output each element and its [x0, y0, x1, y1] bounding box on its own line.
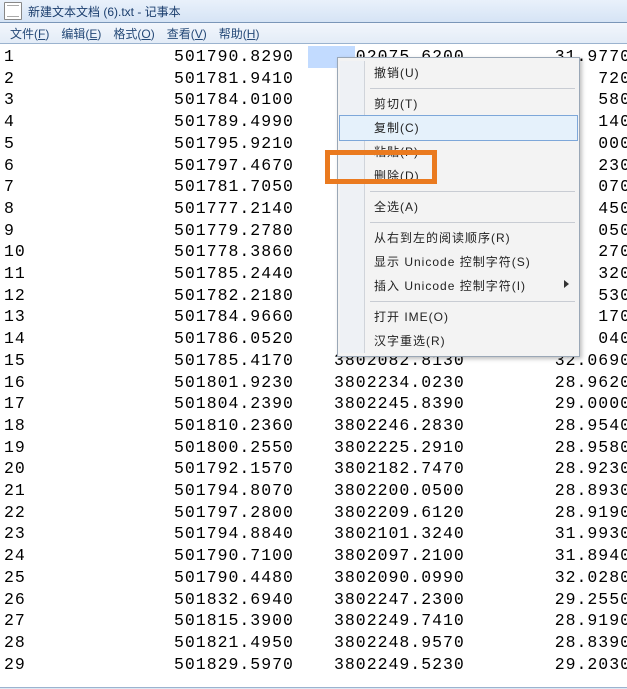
context-menu-item[interactable]: 打开 IME(O) [340, 305, 577, 329]
context-menu-item-label: 删除(D) [374, 169, 420, 183]
menu-help[interactable]: 帮助(H) [213, 23, 266, 44]
context-menu-item[interactable]: 从右到左的阅读顺序(R) [340, 226, 577, 250]
context-menu-item[interactable]: 删除(D) [340, 164, 577, 188]
text-line: 27501815.39003802249.741028.9190 [4, 610, 627, 632]
context-menu-item[interactable]: 汉字重选(R) [340, 329, 577, 353]
context-menu-item-label: 汉字重选(R) [374, 334, 446, 348]
context-menu-item[interactable]: 插入 Unicode 控制字符(I) [340, 274, 577, 298]
text-line: 22501797.28003802209.612028.9190 [4, 502, 627, 524]
context-menu-item[interactable]: 撤销(U) [340, 61, 577, 85]
menu-format[interactable]: 格式(O) [107, 23, 160, 44]
context-menu-item-label: 打开 IME(O) [374, 310, 449, 324]
context-menu-item[interactable]: 复制(C) [339, 115, 578, 141]
context-menu-item[interactable]: 粘贴(P) [340, 140, 577, 164]
context-menu-separator [370, 88, 575, 89]
menu-edit[interactable]: 编辑(E) [55, 23, 107, 44]
submenu-arrow-icon [564, 280, 569, 288]
menu-view[interactable]: 查看(V) [161, 23, 213, 44]
window-title: 新建文本文档 (6).txt - 记事本 [26, 3, 181, 20]
context-menu-separator [370, 222, 575, 223]
menu-file[interactable]: 文件(F) [4, 23, 55, 44]
menu-bar: 文件(F) 编辑(E) 格式(O) 查看(V) 帮助(H) [0, 23, 627, 44]
text-line: 16501801.92303802234.023028.9620 [4, 372, 627, 394]
context-menu-item-label: 插入 Unicode 控制字符(I) [374, 279, 526, 293]
context-menu-item[interactable]: 显示 Unicode 控制字符(S) [340, 250, 577, 274]
text-line: 19501800.25503802225.291028.9580 [4, 437, 627, 459]
context-menu-item-label: 全选(A) [374, 200, 419, 214]
text-line: 24501790.71003802097.210031.8940 [4, 545, 627, 567]
text-line: 26501832.69403802247.230029.2550 [4, 589, 627, 611]
notepad-icon [4, 2, 22, 20]
context-menu-item-label: 撤销(U) [374, 66, 420, 80]
context-menu-item-label: 复制(C) [374, 121, 420, 135]
context-menu-separator [370, 191, 575, 192]
text-line: 28501821.49503802248.957028.8390 [4, 632, 627, 654]
text-editor[interactable]: 1501790.82903802075.620031.97702501781.9… [0, 44, 627, 687]
context-menu: 撤销(U) 剪切(T) 复制(C) 粘贴(P) 删除(D) 全选(A) 从右到左的阅读顺序(… [337, 57, 580, 357]
context-menu-item-label: 显示 Unicode 控制字符(S) [374, 255, 531, 269]
title-bar: 新建文本文档 (6).txt - 记事本 [0, 0, 627, 23]
context-menu-item[interactable]: 全选(A) [340, 195, 577, 219]
text-line: 21501794.80703802200.050028.8930 [4, 480, 627, 502]
text-line: 18501810.23603802246.283028.9540 [4, 415, 627, 437]
text-line: 29501829.59703802249.523029.2030 [4, 654, 627, 676]
context-menu-item-label: 粘贴(P) [374, 145, 419, 159]
text-line: 23501794.88403802101.324031.9930 [4, 523, 627, 545]
text-line: 17501804.23903802245.839029.0000 [4, 393, 627, 415]
text-line: 25501790.44803802090.099032.0280 [4, 567, 627, 589]
context-menu-separator [370, 301, 575, 302]
context-menu-item[interactable]: 剪切(T) [340, 92, 577, 116]
context-menu-item-label: 从右到左的阅读顺序(R) [374, 231, 511, 245]
context-menu-item-label: 剪切(T) [374, 97, 418, 111]
text-line: 20501792.15703802182.747028.9230 [4, 458, 627, 480]
